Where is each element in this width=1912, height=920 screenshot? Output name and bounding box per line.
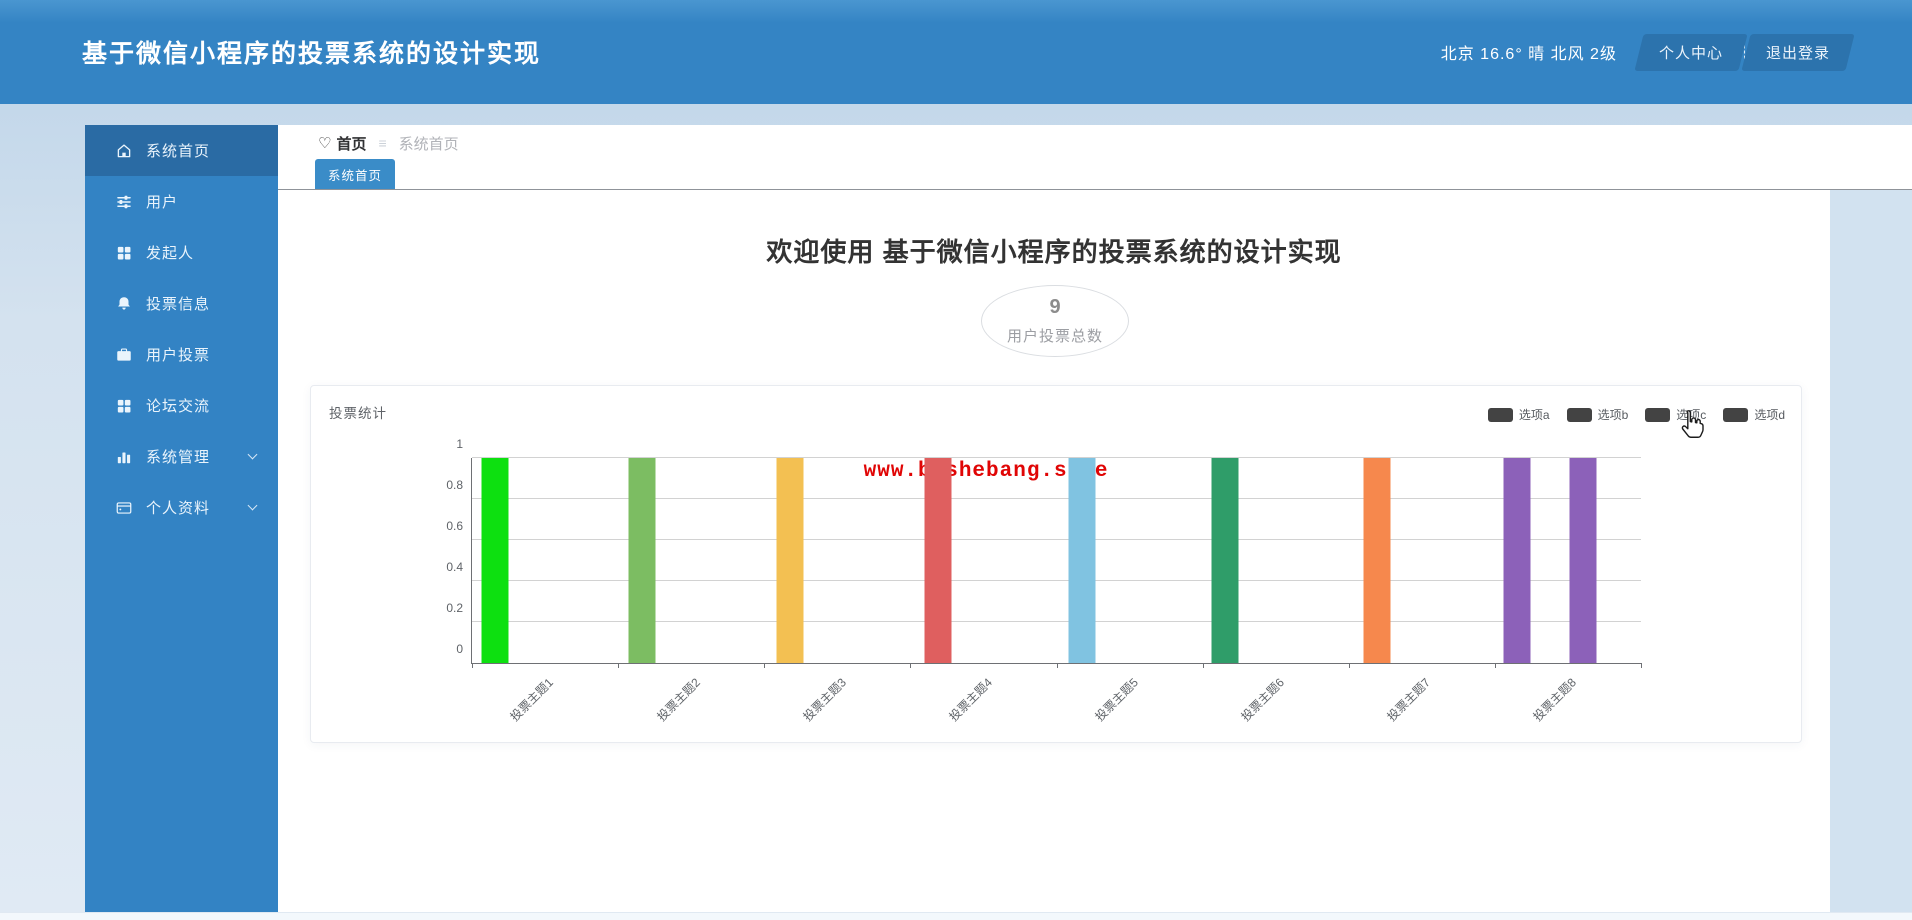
breadcrumb-current: 系统首页 xyxy=(398,135,459,153)
legend-label: 选项d xyxy=(1754,408,1785,422)
sidebar-item-label: 发起人 xyxy=(146,245,195,262)
sidebar-item-label: 系统管理 xyxy=(146,449,211,466)
home-icon xyxy=(115,142,133,160)
y-axis-tick-label: 1 xyxy=(456,437,463,451)
x-axis-category-label: 投票主题6 xyxy=(1238,675,1288,724)
sidebar-item-label: 系统首页 xyxy=(146,143,211,160)
sidebar-item-label: 用户 xyxy=(146,194,179,211)
chevron-down-icon xyxy=(247,449,258,460)
bar-投票主题5[interactable] xyxy=(1068,458,1096,663)
stat-value: 9 xyxy=(1049,296,1061,318)
y-axis-tick-label: 0.6 xyxy=(446,519,463,533)
x-axis-category-label: 投票主题8 xyxy=(1530,675,1580,724)
sidebar-item-users[interactable]: 用户 xyxy=(85,176,278,227)
app-header: 基于微信小程序的投票系统的设计实现 北京 16.6° 晴 北风 2级 个人中心 … xyxy=(0,0,1912,104)
sidebar-item-label: 用户投票 xyxy=(146,347,211,364)
x-axis-tick xyxy=(910,663,912,668)
sidebar-item-vote-info[interactable]: 投票信息 xyxy=(85,278,278,329)
page-title: 基于微信小程序的投票系统的设计实现 xyxy=(82,40,542,68)
breadcrumb: ♡ 首页 ≡ 系统首页 xyxy=(278,125,1912,161)
legend-item-b[interactable]: 选项b xyxy=(1566,406,1629,423)
main-content: 欢迎使用 基于微信小程序的投票系统的设计实现 9 用户投票总数 投票统计 选项a… xyxy=(278,190,1830,912)
bar-投票主题7[interactable] xyxy=(1363,458,1391,663)
heart-icon: ♡ xyxy=(318,135,332,152)
legend-swatch xyxy=(1723,407,1749,422)
x-axis-tick xyxy=(472,663,473,668)
sidebar-item-profile[interactable]: 个人资料 xyxy=(85,482,278,533)
sidebar-item-user-vote[interactable]: 用户投票 xyxy=(85,329,278,380)
y-axis-tick-label: 0.2 xyxy=(446,601,463,615)
right-background-strip xyxy=(1830,190,1912,912)
bar-投票主题8[interactable] xyxy=(1503,458,1531,663)
id-card-icon xyxy=(115,499,133,517)
vote-statistics-card: 投票统计 选项a 选项b 选项c 选项d www.bishebang.site 0 0.… xyxy=(310,385,1802,743)
x-axis-category-label: 投票主题1 xyxy=(507,675,557,724)
legend-swatch xyxy=(1645,407,1671,422)
x-axis-tick xyxy=(1348,663,1350,668)
x-axis-tick xyxy=(1202,663,1204,668)
grid-icon xyxy=(115,397,133,415)
legend-swatch xyxy=(1487,407,1513,422)
x-axis-category-label: 投票主题4 xyxy=(946,675,995,724)
bar-投票主题2[interactable] xyxy=(628,458,655,663)
sidebar: 系统首页用户发起人投票信息用户投票论坛交流系统管理个人资料 xyxy=(85,125,278,912)
briefcase-icon xyxy=(115,346,133,364)
profile-center-label: 个人中心 xyxy=(1658,44,1723,62)
stat-total-votes: 9 用户投票总数 xyxy=(981,285,1129,357)
y-axis-tick-label: 0 xyxy=(456,642,463,656)
x-axis-category-label: 投票主题7 xyxy=(1384,675,1434,724)
chevron-down-icon xyxy=(247,500,258,511)
legend-label: 选项b xyxy=(1597,408,1629,422)
sidebar-item-label: 投票信息 xyxy=(146,296,211,313)
bar-投票主题3[interactable] xyxy=(776,458,804,663)
bar-投票主题6[interactable] xyxy=(1211,458,1239,663)
x-axis-tick xyxy=(764,663,766,668)
bar-chart-icon xyxy=(115,448,133,466)
tab-bar: 系统首页 xyxy=(278,159,1912,190)
y-axis-tick-label: 0.8 xyxy=(446,478,463,492)
legend-item-a[interactable]: 选项a xyxy=(1487,406,1550,423)
stat-label: 用户投票总数 xyxy=(1006,328,1103,345)
legend-swatch xyxy=(1566,407,1592,422)
logout-label: 退出登录 xyxy=(1765,44,1830,62)
sidebar-item-initiator[interactable]: 发起人 xyxy=(85,227,278,278)
breadcrumb-separator-icon: ≡ xyxy=(378,135,387,151)
header-right: 北京 16.6° 晴 北风 2级 个人中心 退出登录 xyxy=(1440,33,1855,71)
sidebar-item-system-manage[interactable]: 系统管理 xyxy=(85,431,278,482)
sidebar-item-label: 论坛交流 xyxy=(146,398,211,415)
cursor-pointer-icon xyxy=(1676,408,1706,442)
x-axis-tick xyxy=(1494,663,1496,668)
breadcrumb-home[interactable]: 首页 xyxy=(336,133,366,154)
chart-title: 投票统计 xyxy=(329,406,387,421)
legend-item-d[interactable]: 选项d xyxy=(1723,406,1785,423)
welcome-title: 欢迎使用 基于微信小程序的投票系统的设计实现 xyxy=(766,237,1342,267)
grid-icon xyxy=(115,244,133,262)
x-axis-tick xyxy=(1641,663,1642,668)
sidebar-item-forum[interactable]: 论坛交流 xyxy=(85,380,278,431)
sidebar-item-home[interactable]: 系统首页 xyxy=(85,125,278,176)
x-axis-tick xyxy=(1056,663,1058,668)
app-root: 基于微信小程序的投票系统的设计实现 北京 16.6° 晴 北风 2级 个人中心 … xyxy=(0,0,1912,920)
weather-info: 北京 16.6° 晴 北风 2级 xyxy=(1440,46,1617,63)
tab-system-home[interactable]: 系统首页 xyxy=(315,159,396,189)
x-axis-category-label: 投票主题2 xyxy=(653,675,703,724)
horizontal-scrollbar[interactable] xyxy=(0,912,1912,920)
legend-label: 选项a xyxy=(1518,408,1550,422)
x-axis-category-label: 投票主题3 xyxy=(800,675,849,724)
x-axis-tick xyxy=(618,663,620,668)
bell-icon xyxy=(115,295,133,313)
logout-button[interactable]: 退出登录 xyxy=(1741,33,1855,71)
sidebar-item-label: 个人资料 xyxy=(146,500,211,517)
bar-投票主题4[interactable] xyxy=(924,458,952,663)
sliders-icon xyxy=(115,193,133,211)
y-axis-tick-label: 0.4 xyxy=(446,560,463,574)
chart-legend: 选项a 选项b 选项c 选项d xyxy=(1487,406,1785,423)
x-axis-category-label: 投票主题5 xyxy=(1092,675,1141,724)
bar-投票主题8[interactable] xyxy=(1569,458,1597,663)
bar-chart-plot: www.bishebang.site 0 0.2 0.4 0.6 0.8 1 投票主题1 投票… xyxy=(446,437,1642,724)
profile-center-button[interactable]: 个人中心 xyxy=(1634,33,1748,71)
bar-投票主题1[interactable] xyxy=(481,458,509,663)
header-actions: 个人中心 退出登录 xyxy=(1634,33,1855,71)
topbar: ♡ 首页 ≡ 系统首页 系统首页 xyxy=(278,125,1912,190)
